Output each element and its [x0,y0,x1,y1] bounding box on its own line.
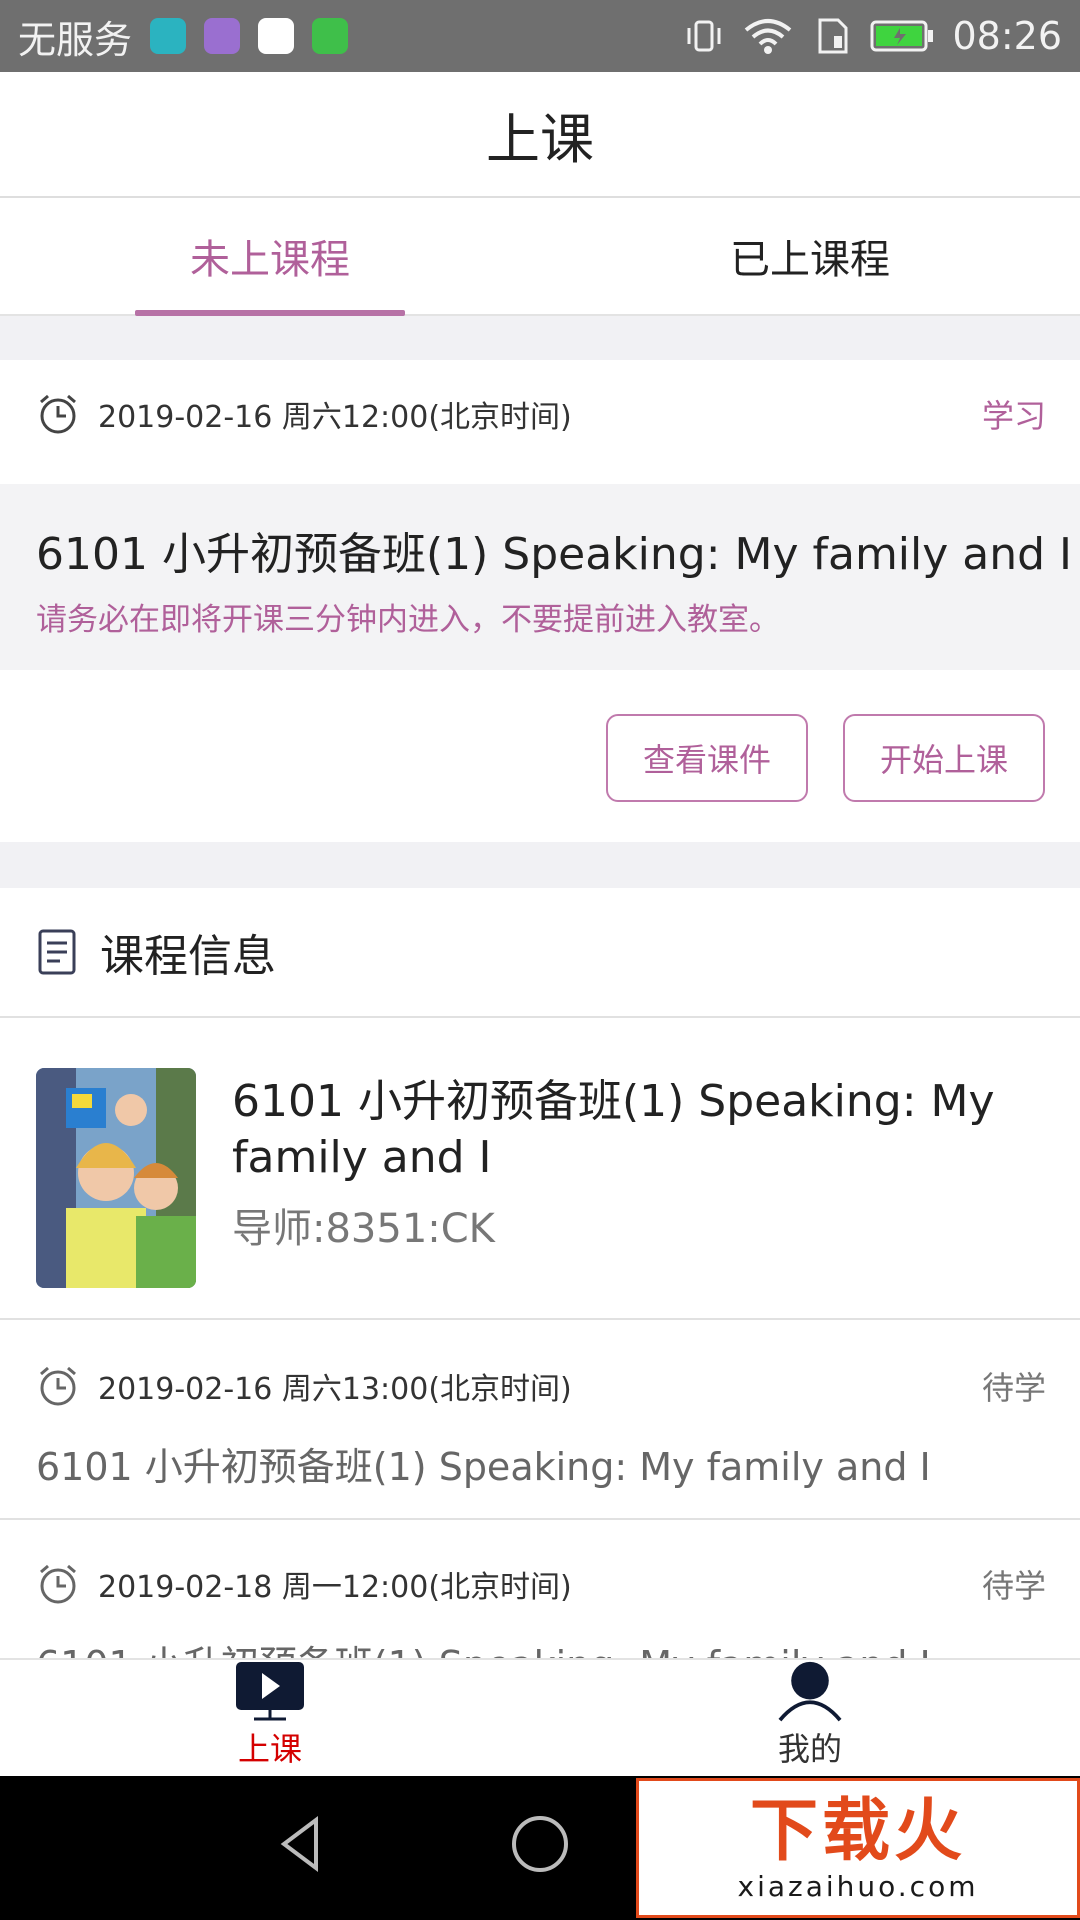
nav-mine[interactable]: 我的 [540,1660,1080,1776]
lesson-time-row: 2019-02-16 周六13:00(北京时间) 待学 [36,1356,1046,1416]
lesson-list-item[interactable]: 2019-02-16 周六13:00(北京时间) 待学 6101 小升初预备班(… [0,1322,1080,1520]
clock-time: 08:26 [952,14,1062,58]
gallery-icon [204,18,241,54]
course-teacher: 导师:8351:CK [232,1206,495,1252]
watermark-promo: 下载火 xiazaihuo.com [636,1778,1080,1918]
user-icon [778,1661,842,1722]
vibrate-icon [687,20,721,52]
battery-icon [870,20,934,52]
android-icon [150,18,187,54]
system-nav-bar: 下载火 xiazaihuo.com [0,1776,1080,1920]
lesson-title: 6101 小升初预备班(1) Speaking: My family and I [36,1634,931,1658]
home-icon[interactable] [508,1812,572,1876]
watermark-domain: xiazaihuo.com [737,1869,979,1903]
lesson-status: 待学 [981,1567,1046,1605]
lesson-highlight: 6101 小升初预备班(1) Speaking: My family and I… [0,484,1080,670]
course-card-title: 6101 小升初预备班(1) Speaking: My family and I [232,1076,995,1183]
next-lesson-card: 2019-02-16 周六12:00(北京时间) 学习 6101 小升初预备班(… [0,360,1080,842]
course-info-section: 课程信息 6101 小升初预备班(1) Speaking: My family … [0,888,1080,1658]
document-icon [38,929,76,975]
tab-upcoming-label: 未上课程 [190,237,350,283]
lesson-time-row: 2019-02-18 周一12:00(北京时间) 待学 [36,1554,1046,1614]
nav-class[interactable]: 上课 [0,1660,540,1776]
lesson-notice: 请务必在即将开课三分钟内进入，不要提前进入教室。 [36,602,780,638]
lesson-datetime: 2019-02-16 周六13:00(北京时间) [98,1372,572,1407]
start-class-button[interactable]: 开始上课 [843,714,1045,802]
page-title: 上课 [486,107,594,171]
view-courseware-button[interactable]: 查看课件 [606,714,808,802]
course-info-header: 课程信息 [0,888,1080,1018]
tab-completed-label: 已上课程 [730,237,890,283]
watermark-brand: 下载火 [749,1791,966,1871]
lesson-title: 6101 小升初预备班(1) Speaking: My family and I [36,1445,931,1489]
tab-bar: 未上课程 已上课程 [0,198,1080,316]
play-screen-icon [236,1662,304,1721]
lesson-time-row: 2019-02-16 周六12:00(北京时间) 学习 [36,384,1046,444]
bottom-nav: 上课 我的 [0,1658,1080,1776]
lesson-datetime: 2019-02-18 周一12:00(北京时间) [98,1570,572,1605]
content-scroll[interactable]: 2019-02-16 周六12:00(北京时间) 学习 6101 小升初预备班(… [0,316,1080,1658]
browser-icon [258,18,295,54]
nav-mine-label: 我的 [777,1730,842,1768]
tab-upcoming[interactable]: 未上课程 [0,198,540,316]
alarm-clock-icon [40,1366,76,1406]
title-bar: 上课 [0,72,1080,198]
lesson-list-item[interactable]: 2019-02-18 周一12:00(北京时间) 待学 6101 小升初预备班(… [0,1520,1080,1658]
alarm-clock-icon [40,1564,76,1604]
course-thumbnail [36,1068,196,1288]
course-card[interactable]: 6101 小升初预备班(1) Speaking: My family and I… [0,1020,1080,1320]
lesson-title: 6101 小升初预备班(1) Speaking: My family and I [36,529,1073,580]
lesson-status: 学习 [981,397,1046,435]
tab-completed[interactable]: 已上课程 [540,198,1080,314]
sim-icon [818,18,848,54]
lesson-datetime: 2019-02-16 周六12:00(北京时间) [98,400,572,435]
wifi-icon [745,19,792,54]
lesson-status: 待学 [981,1369,1046,1407]
carrier-text: 无服务 [18,17,133,62]
nav-class-label: 上课 [237,1730,302,1768]
back-icon[interactable] [270,1812,334,1876]
shield-icon [312,18,349,54]
status-bar: 无服务 08:26 [0,0,1080,72]
alarm-clock-icon [40,394,76,434]
course-info-heading: 课程信息 [100,931,276,982]
